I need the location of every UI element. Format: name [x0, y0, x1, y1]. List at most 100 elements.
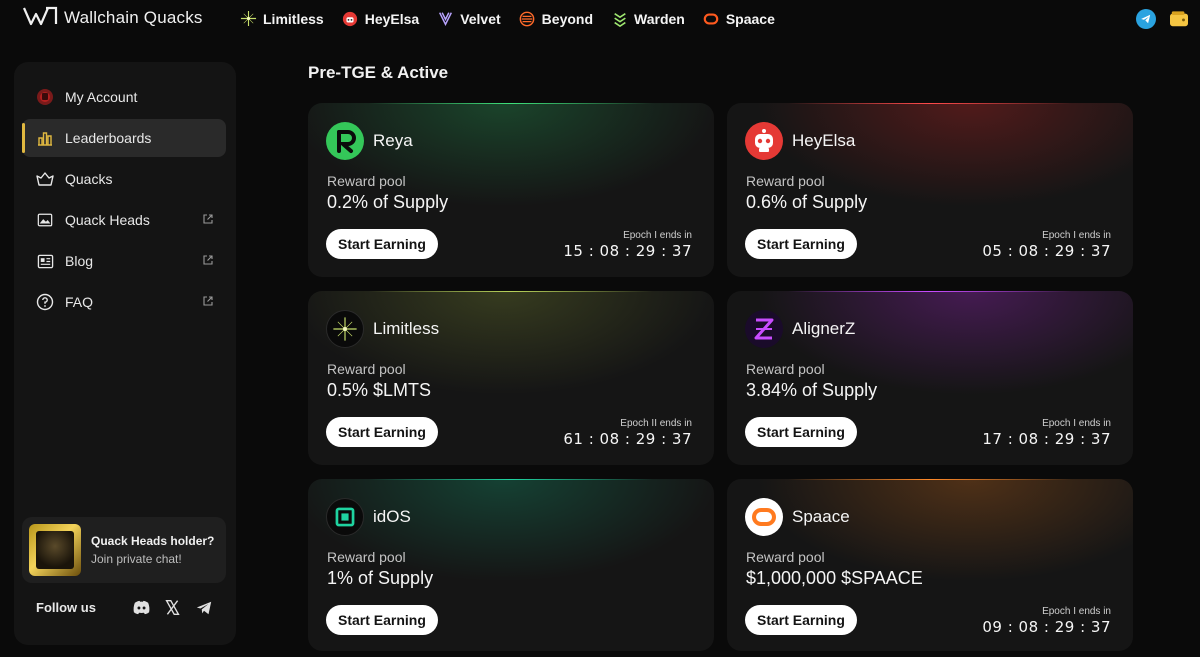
alignerz-logo [745, 310, 783, 348]
epoch-countdown: Epoch I ends in 05 : 08 : 29 : 37 [982, 230, 1111, 260]
top-bar: Wallchain Quacks Limitless HeyElsa Velve… [0, 0, 1200, 42]
partner-label: Velvet [460, 10, 501, 27]
project-card-alignerz[interactable]: AlignerZ Reward pool 3.84% of Supply Sta… [727, 291, 1133, 465]
discord-icon[interactable] [132, 598, 151, 617]
heyelsa-logo [745, 122, 783, 160]
start-earning-button[interactable]: Start Earning [326, 605, 438, 635]
limitless-logo [326, 310, 364, 348]
partner-velvet[interactable]: Velvet [437, 10, 501, 27]
project-name: AlignerZ [792, 319, 856, 338]
epoch-countdown: Epoch II ends in 61 : 08 : 29 : 37 [563, 418, 692, 448]
wallchain-logo-icon [22, 5, 58, 32]
partner-limitless[interactable]: Limitless [240, 10, 324, 27]
sidebar-item-label: Leaderboards [65, 130, 152, 146]
reward-pool-label: Reward pool [327, 361, 406, 377]
start-earning-button[interactable]: Start Earning [745, 605, 857, 635]
sidebar-item-label: Quack Heads [65, 212, 150, 228]
holder-title: Quack Heads holder? [91, 534, 215, 548]
reward-pool-value: 3.84% of Supply [746, 380, 878, 400]
section-title: Pre-TGE & Active [308, 63, 449, 82]
project-card-spaace[interactable]: Spaace Reward pool $1,000,000 $SPAACE St… [727, 479, 1133, 651]
reward-pool-label: Reward pool [746, 549, 825, 565]
epoch-label: Epoch I ends in [1042, 606, 1111, 617]
sidebar-item-label: Quacks [65, 171, 113, 187]
partner-label: HeyElsa [364, 10, 420, 27]
reward-pool-value: 0.5% $LMTS [327, 380, 432, 400]
social-links [132, 598, 213, 617]
sidebar-item-blog[interactable]: Blog [22, 242, 226, 280]
brand[interactable]: Wallchain Quacks [22, 6, 203, 30]
project-name: idOS [373, 507, 411, 526]
reward-pool-value: 1% of Supply [327, 568, 434, 588]
project-name: Spaace [792, 507, 850, 526]
quack-head-nft-image [29, 524, 81, 576]
start-earning-button[interactable]: Start Earning [745, 229, 857, 259]
partner-label: Warden [634, 10, 685, 27]
heyelsa-icon [342, 10, 359, 27]
partner-beyond[interactable]: Beyond [519, 10, 593, 27]
telegram-icon[interactable] [1136, 9, 1156, 29]
partner-label: Limitless [263, 10, 324, 27]
partner-heyelsa[interactable]: HeyElsa [342, 10, 419, 27]
partner-nav: Limitless HeyElsa Velvet Beyond Warden S… [240, 10, 775, 27]
quack-heads-holder-card[interactable]: Quack Heads holder? Join private chat! [22, 517, 226, 583]
project-name: HeyElsa [792, 131, 856, 150]
partner-label: Spaace [725, 10, 775, 27]
wallet-icon[interactable] [1168, 9, 1190, 29]
epoch-time: 09 : 08 : 29 : 37 [982, 618, 1111, 636]
epoch-label: Epoch I ends in [1042, 418, 1111, 429]
start-earning-button[interactable]: Start Earning [326, 417, 438, 447]
velvet-icon [437, 10, 454, 27]
project-name: Limitless [373, 319, 440, 338]
question-icon [36, 293, 54, 311]
bar-chart-icon [36, 129, 54, 147]
follow-us: Follow us [36, 600, 226, 615]
sidebar-item-leaderboards[interactable]: Leaderboards [22, 119, 226, 157]
sidebar-item-quacks[interactable]: Quacks [22, 160, 226, 198]
telegram-icon[interactable] [194, 598, 213, 617]
reya-logo [326, 122, 364, 160]
reward-pool-label: Reward pool [327, 549, 406, 565]
sidebar-item-my-account[interactable]: My Account [22, 78, 226, 116]
partner-spaace[interactable]: Spaace [703, 10, 775, 27]
partner-label: Beyond [541, 10, 594, 27]
idos-logo [326, 498, 364, 536]
sidebar-nav: My Account Leaderboards Quacks Quack Hea… [22, 78, 226, 324]
reward-pool-label: Reward pool [746, 361, 825, 377]
basket-icon [36, 170, 54, 188]
external-link-icon [202, 254, 214, 266]
external-link-icon [202, 213, 214, 225]
follow-label: Follow us [36, 600, 96, 615]
holder-subtitle: Join private chat! [91, 552, 182, 566]
partner-warden[interactable]: Warden [611, 10, 685, 27]
project-name: Reya [373, 131, 413, 150]
spaace-logo [745, 498, 783, 536]
epoch-time: 05 : 08 : 29 : 37 [982, 242, 1111, 260]
sidebar: My Account Leaderboards Quacks Quack Hea… [14, 62, 236, 645]
account-icon [36, 88, 54, 106]
reward-pool-value: 0.6% of Supply [746, 192, 868, 212]
epoch-label: Epoch I ends in [623, 230, 692, 241]
spaace-icon [703, 10, 720, 27]
start-earning-button[interactable]: Start Earning [745, 417, 857, 447]
sidebar-item-label: FAQ [65, 294, 94, 310]
epoch-label: Epoch I ends in [1042, 230, 1111, 241]
epoch-countdown: Epoch I ends in 09 : 08 : 29 : 37 [982, 606, 1111, 636]
sidebar-item-label: Blog [65, 253, 94, 269]
sidebar-item-faq[interactable]: FAQ [22, 283, 226, 321]
x-twitter-icon[interactable] [163, 598, 182, 617]
reward-pool-value: $1,000,000 $SPAACE [746, 568, 923, 588]
sidebar-item-quack-heads[interactable]: Quack Heads [22, 201, 226, 239]
epoch-time: 15 : 08 : 29 : 37 [563, 242, 692, 260]
newspaper-icon [36, 252, 54, 270]
project-card-idos[interactable]: idOS Reward pool 1% of Supply Start Earn… [308, 479, 714, 651]
image-icon [36, 211, 54, 229]
epoch-countdown: Epoch I ends in 15 : 08 : 29 : 37 [563, 230, 692, 260]
project-card-reya[interactable]: Reya Reward pool 0.2% of Supply Start Ea… [308, 103, 714, 277]
project-card-heyelsa[interactable]: HeyElsa Reward pool 0.6% of Supply Start… [727, 103, 1133, 277]
external-link-icon [202, 295, 214, 307]
top-right-actions [1136, 9, 1190, 29]
start-earning-button[interactable]: Start Earning [326, 229, 438, 259]
epoch-label: Epoch II ends in [620, 418, 692, 429]
project-card-limitless[interactable]: Limitless Reward pool 0.5% $LMTS Start E… [308, 291, 714, 465]
